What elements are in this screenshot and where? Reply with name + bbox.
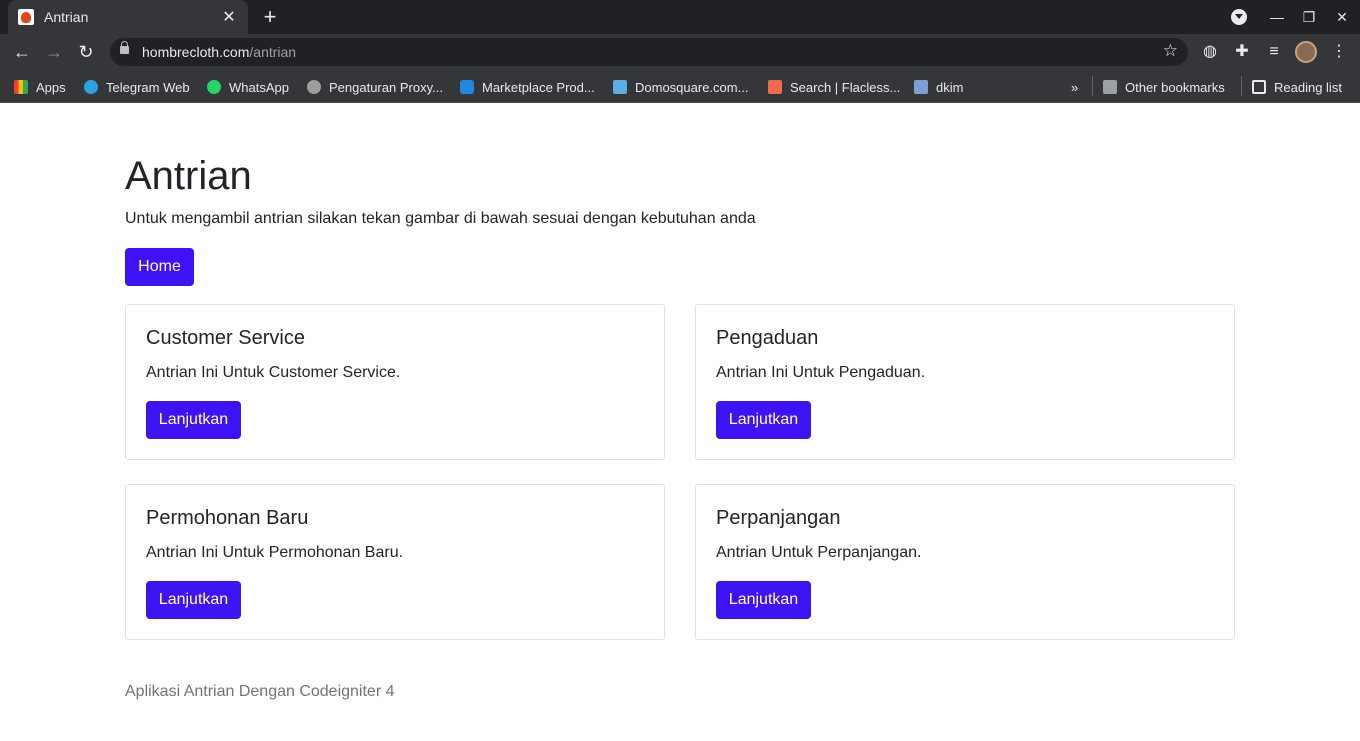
reading-list-icon <box>1252 80 1266 94</box>
kebab-menu-icon[interactable]: ⋮ <box>1327 40 1351 64</box>
lanjutkan-button[interactable]: Lanjutkan <box>716 401 811 439</box>
card-title: Perpanjangan <box>716 507 841 529</box>
tab-title: Antrian <box>44 9 89 25</box>
back-arrow-icon[interactable]: ← <box>8 38 36 66</box>
telegram-icon <box>84 80 98 94</box>
tab-search-icon[interactable] <box>1222 0 1256 34</box>
apps-grid-icon <box>14 80 28 94</box>
marketplace-icon <box>460 80 474 94</box>
browser-tab[interactable]: Antrian ✕ <box>8 0 248 34</box>
card-text: Antrian Untuk Perpanjangan. <box>716 544 922 561</box>
card-pengaduan: Pengaduan Antrian Ini Untuk Pengaduan. L… <box>695 304 1235 460</box>
profile-avatar[interactable] <box>1295 41 1317 63</box>
card-perpanjangan: Perpanjangan Antrian Untuk Perpanjangan.… <box>695 484 1235 640</box>
other-bookmarks[interactable]: Other bookmarks <box>1103 77 1225 97</box>
bookmark-dkim[interactable]: dkim <box>914 77 963 97</box>
browser-toolbar: ← → ↻ hombrecloth.com/antrian ☆ ◍ ✚ ≡ ⋮ <box>0 34 1360 70</box>
close-tab-icon[interactable]: ✕ <box>220 7 238 27</box>
codeigniter-favicon-icon <box>18 9 34 25</box>
flacless-icon <box>768 80 782 94</box>
bookmark-marketplace[interactable]: Marketplace Prod... <box>460 77 595 97</box>
bookmark-proxy[interactable]: Pengaturan Proxy... <box>307 77 443 97</box>
media-queue-icon[interactable]: ≡ <box>1262 40 1286 64</box>
reading-list[interactable]: Reading list <box>1252 77 1342 97</box>
bookmarks-divider <box>1241 76 1242 96</box>
bookmark-domosquare[interactable]: Domosquare.com... <box>613 77 748 97</box>
bookmark-flacless[interactable]: Search | Flacless... <box>768 77 900 97</box>
card-text: Antrian Ini Untuk Permohonan Baru. <box>146 544 404 561</box>
puzzle-extensions-icon[interactable]: ✚ <box>1230 40 1254 64</box>
card-title: Pengaduan <box>716 327 819 349</box>
folder-icon <box>1103 80 1117 94</box>
globe-icon[interactable]: ◍ <box>1198 40 1222 64</box>
minimize-icon[interactable]: — <box>1260 0 1294 34</box>
page-lead: Untuk mengambil antrian silakan tekan ga… <box>125 210 756 227</box>
lanjutkan-button[interactable]: Lanjutkan <box>146 401 241 439</box>
home-button[interactable]: Home <box>125 248 194 286</box>
card-customer-service: Customer Service Antrian Ini Untuk Custo… <box>125 304 665 460</box>
bookmark-telegram[interactable]: Telegram Web <box>84 77 190 97</box>
whatsapp-icon <box>207 80 221 94</box>
tab-strip: Antrian ✕ + — ❐ ✕ <box>0 0 1360 34</box>
bookmark-whatsapp[interactable]: WhatsApp <box>207 77 289 97</box>
lock-icon <box>120 41 129 54</box>
bookmark-apps[interactable]: Apps <box>14 77 66 97</box>
more-bookmarks-chevron-icon[interactable]: » <box>1071 77 1078 97</box>
close-window-icon[interactable]: ✕ <box>1325 0 1359 34</box>
card-permohonan-baru: Permohonan Baru Antrian Ini Untuk Permoh… <box>125 484 665 640</box>
dkim-icon <box>914 80 928 94</box>
new-tab-icon[interactable]: + <box>258 4 282 30</box>
forward-arrow-icon[interactable]: → <box>40 38 68 66</box>
lanjutkan-button[interactable]: Lanjutkan <box>146 581 241 619</box>
page-footer: Aplikasi Antrian Dengan Codeigniter 4 <box>125 683 395 700</box>
card-title: Customer Service <box>146 327 305 349</box>
proxy-icon <box>307 80 321 94</box>
page-title: Antrian <box>125 154 252 198</box>
url-text: hombrecloth.com/antrian <box>142 44 297 60</box>
card-text: Antrian Ini Untuk Pengaduan. <box>716 364 926 381</box>
reload-icon[interactable]: ↻ <box>72 38 100 66</box>
bookmarks-divider <box>1092 76 1093 96</box>
bookmark-star-icon[interactable]: ☆ <box>1163 41 1178 61</box>
domosquare-icon <box>613 80 627 94</box>
bookmarks-bar: Apps Telegram Web WhatsApp Pengaturan Pr… <box>0 70 1360 103</box>
address-bar[interactable]: hombrecloth.com/antrian ☆ <box>110 38 1188 66</box>
lanjutkan-button[interactable]: Lanjutkan <box>716 581 811 619</box>
restore-icon[interactable]: ❐ <box>1292 0 1326 34</box>
card-text: Antrian Ini Untuk Customer Service. <box>146 364 401 381</box>
card-title: Permohonan Baru <box>146 507 309 529</box>
